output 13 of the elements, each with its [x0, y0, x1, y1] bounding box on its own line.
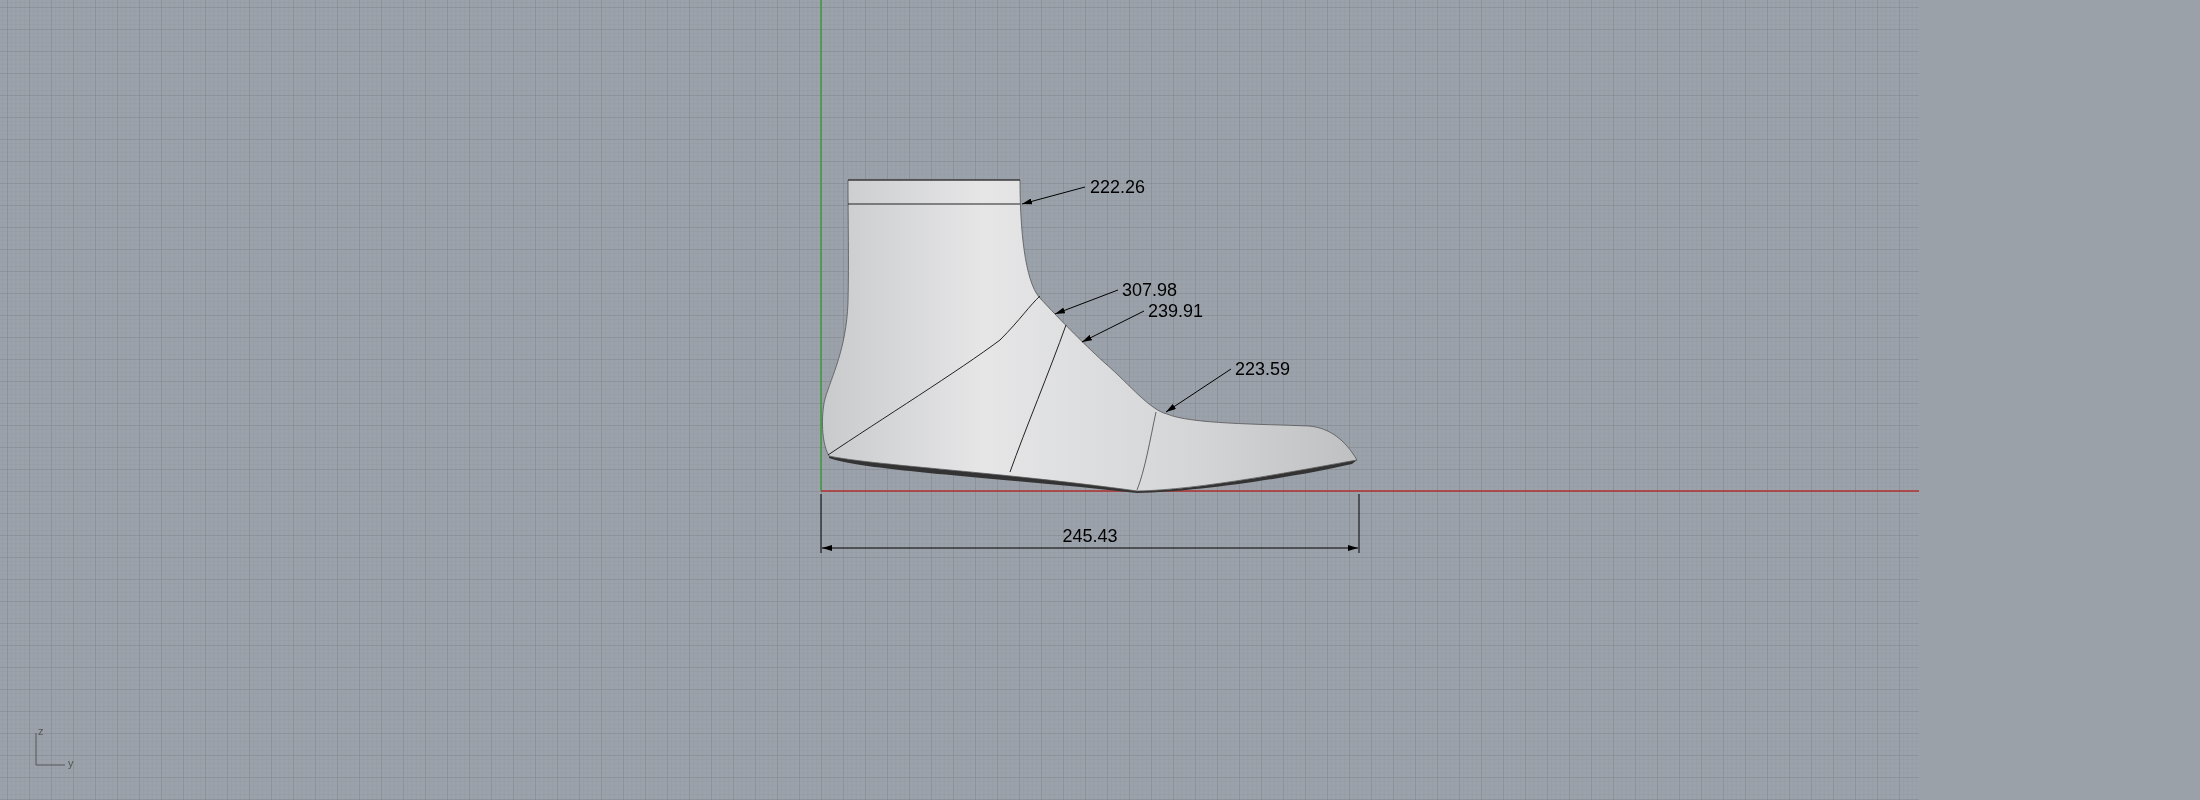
leader-arrow — [1165, 368, 1232, 413]
dimension-value: 245.43 — [1062, 526, 1118, 546]
dimension-value: 223.59 — [1235, 359, 1291, 379]
extension-line — [1358, 493, 1360, 554]
axis-label: z — [38, 725, 44, 737]
leader-arrow — [1054, 289, 1119, 315]
leader-arrow — [1021, 186, 1086, 205]
dimension-value: 222.26 — [1090, 177, 1146, 197]
extension-line — [820, 493, 822, 554]
leader-arrow — [1081, 310, 1145, 343]
axis-label: y — [68, 757, 74, 769]
dimension-value: 239.91 — [1148, 301, 1204, 321]
dimension-value: 307.98 — [1122, 280, 1178, 300]
